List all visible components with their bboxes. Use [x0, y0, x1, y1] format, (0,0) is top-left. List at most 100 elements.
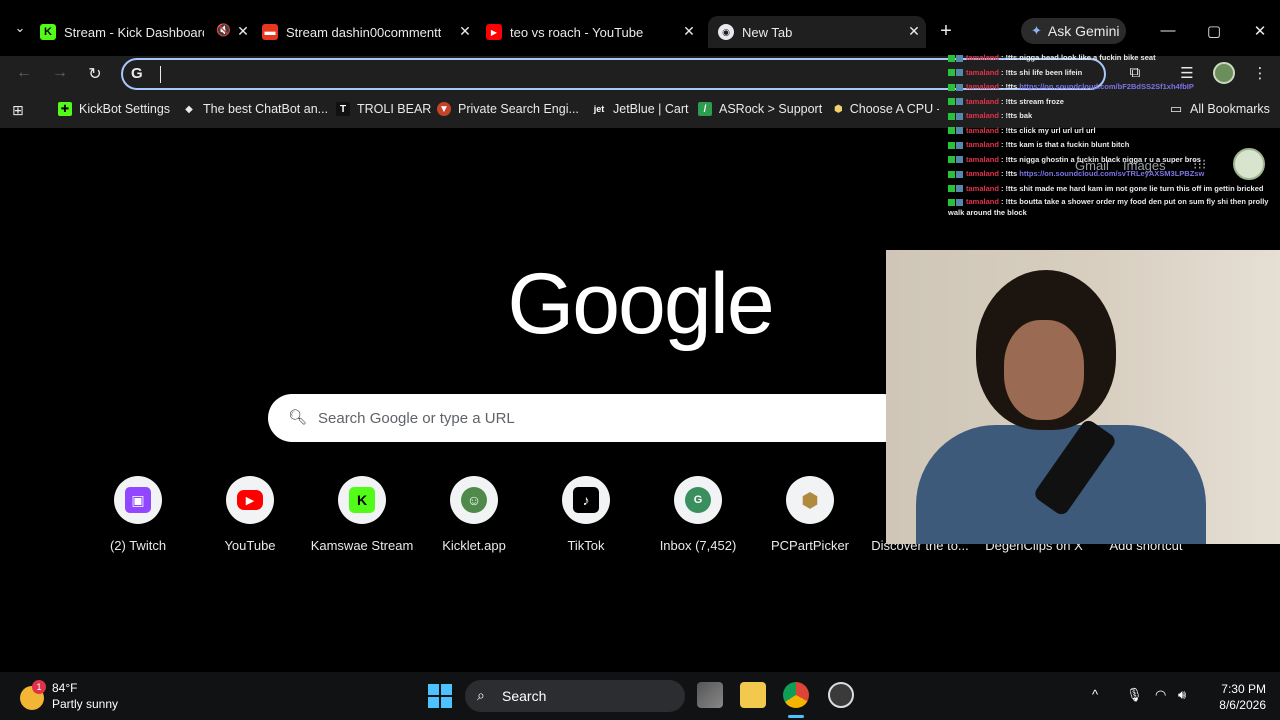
taskbar-search[interactable]: ⌕ Search: [465, 680, 685, 712]
kick-badge-icon: [948, 198, 955, 206]
chat-message: tamaland: !tts click my url url url url: [948, 124, 1278, 139]
shortcut-tiktok[interactable]: ♪ TikTok: [530, 476, 642, 553]
chat-message: tamaland: !tts shi life been lifein: [948, 66, 1278, 81]
ntp-search-box[interactable]: 🔍︎ Search Google or type a URL: [268, 394, 908, 442]
sub-badge-icon: [956, 170, 963, 178]
shortcut-pcpartpicker[interactable]: ⬢ PCPartPicker: [754, 476, 866, 553]
chat-message: tamaland: !tts boutta take a shower orde…: [948, 197, 1269, 217]
kick-badge-icon: [948, 83, 955, 91]
system-clock[interactable]: 7:30 PM 8/6/2026: [1208, 681, 1266, 713]
chat-username: tamaland: [966, 183, 999, 193]
shortcut-label: (2) Twitch: [109, 538, 167, 553]
search-icon: 🔍︎: [288, 409, 308, 426]
tab-strip: ⌄ K Stream - Kick Dashboard 🔇 ✕ ▬ Stream…: [0, 0, 1280, 58]
taskbar-search-label: Search: [502, 688, 547, 704]
chrome-icon[interactable]: [783, 682, 809, 708]
sub-badge-icon: [956, 69, 963, 77]
pcpartpicker-box-icon: ⬢: [801, 489, 819, 512]
sub-badge-icon: [956, 185, 963, 193]
ask-gemini-button[interactable]: ✦ Ask Gemini: [1021, 18, 1126, 44]
tab-youtube[interactable]: ▶ teo vs roach - YouTube ✕: [486, 16, 701, 48]
shortcut-tile: ⬢: [786, 476, 834, 524]
show-hidden-icons-chevron-icon[interactable]: ^: [1092, 687, 1098, 702]
bookmark-chatbot[interactable]: ◆ The best ChatBot an...: [182, 102, 328, 116]
youtube-icon: ▶: [237, 490, 263, 510]
chat-username: tamaland: [966, 154, 999, 164]
chat-message: tamaland: !tts https://on.soundcloud.com…: [948, 80, 1278, 95]
search-icon: ⌕: [477, 687, 485, 703]
chat-text: !tts click my url url url url: [1005, 125, 1096, 135]
bookmark-choose-cpu[interactable]: ⬢ Choose A CPU - PC: [834, 102, 939, 116]
task-view-icon[interactable]: [697, 682, 723, 708]
shortcut-tile: ♪: [562, 476, 610, 524]
bookmark-asrock[interactable]: / ASRock > Support: [698, 102, 822, 116]
active-app-indicator: [788, 715, 804, 718]
bookmark-label: TROLI BEAR: [357, 102, 432, 116]
tab-title: Stream - Kick Dashboard: [64, 24, 204, 40]
close-tab-icon[interactable]: ✕: [457, 23, 473, 40]
bookmark-label: ASRock > Support: [719, 102, 823, 116]
close-tab-icon[interactable]: ✕: [235, 23, 251, 40]
weather-widget[interactable]: 1 84°F Partly sunny: [20, 680, 118, 712]
windows-taskbar: 1 84°F Partly sunny ⌕ Search ^ 🎙︎ ◠ 🔊︎ 7…: [0, 672, 1280, 720]
chat-text: !tts: [1005, 82, 1018, 91]
tab-new-tab[interactable]: ◉ New Tab ✕: [708, 16, 926, 48]
partly-sunny-icon: 1: [20, 680, 46, 710]
shortcut-inbox[interactable]: G Inbox (7,452): [642, 476, 754, 553]
bookmark-label: The best ChatBot an...: [203, 102, 329, 116]
kick-icon: K: [349, 487, 375, 513]
close-tab-icon[interactable]: ✕: [681, 23, 697, 40]
diamond-icon: ◆: [185, 103, 193, 115]
clock-date: 8/6/2026: [1219, 698, 1266, 712]
bookmark-private-search[interactable]: ▼ Private Search Engi...: [437, 102, 579, 116]
speaker-icon[interactable]: 🔊︎: [1178, 687, 1186, 703]
minimize-icon[interactable]: —: [1158, 22, 1178, 39]
shortcut-tile: ☺: [450, 476, 498, 524]
chat-message: tamaland: !tts shit made me hard kam im …: [948, 182, 1278, 197]
shortcut-youtube[interactable]: ▶ YouTube: [194, 476, 306, 553]
bookmark-troli-bear[interactable]: T TROLI BEAR: [336, 102, 431, 116]
shortcut-twitch[interactable]: ▣ (2) Twitch: [82, 476, 194, 553]
sub-badge-icon: [956, 198, 963, 206]
muted-speaker-icon[interactable]: 🔇: [216, 23, 231, 37]
kick-badge-icon: [948, 127, 955, 135]
close-window-icon[interactable]: ✕: [1250, 22, 1270, 40]
inbox-letter-icon: G: [685, 487, 711, 513]
maximize-icon[interactable]: ▢: [1204, 22, 1224, 40]
shortcut-kicklet[interactable]: ☺ Kicklet.app: [418, 476, 530, 553]
bookmark-jetblue[interactable]: jet JetBlue | Cart: [592, 102, 689, 116]
weather-condition: Partly sunny: [52, 697, 119, 711]
chat-link: https://on.soundcloud.com/bF2BdSS2Sf1xh4…: [1019, 82, 1194, 91]
new-tab-plus-icon[interactable]: +: [935, 21, 957, 41]
wifi-icon[interactable]: ◠: [1155, 687, 1166, 703]
shortcut-kamswae-stream[interactable]: K Kamswae Stream: [306, 476, 418, 553]
file-explorer-icon[interactable]: [740, 682, 766, 708]
search-placeholder: Search Google or type a URL: [318, 410, 515, 427]
tab-title: teo vs roach - YouTube: [510, 24, 644, 40]
jetblue-icon: jet: [593, 104, 605, 114]
shortcut-label: Kamswae Stream: [310, 538, 414, 553]
tab-stream-dashboard[interactable]: ▬ Stream dashin00commentt n ✕: [262, 16, 477, 48]
obs-icon[interactable]: [828, 682, 854, 708]
back-arrow-icon[interactable]: ←: [14, 64, 34, 82]
shortcut-tile: G: [674, 476, 722, 524]
windows-start-icon[interactable]: [428, 684, 452, 708]
shortcut-label: Inbox (7,452): [659, 538, 737, 553]
forward-arrow-icon[interactable]: →: [50, 64, 70, 82]
reload-icon[interactable]: ↻: [85, 64, 105, 84]
microphone-icon[interactable]: 🎙︎: [1126, 687, 1143, 703]
kicklet-panda-icon: ☺: [461, 487, 487, 513]
gemini-sparkle-icon: ✦: [1031, 23, 1042, 38]
kick-badge-icon: [948, 69, 955, 77]
bookmark-kickbot[interactable]: ✚ KickBot Settings: [58, 102, 170, 116]
sub-badge-icon: [956, 112, 963, 120]
close-tab-icon[interactable]: ✕: [906, 23, 922, 40]
stream-icon: ▬: [262, 24, 278, 40]
apps-grid-icon[interactable]: ⊞: [12, 102, 24, 119]
weather-temp: 84°F: [52, 681, 78, 695]
sub-badge-icon: [956, 156, 963, 164]
chat-username: tamaland: [966, 125, 999, 135]
kick-badge-icon: [948, 185, 955, 193]
tab-kick-dashboard[interactable]: K Stream - Kick Dashboard 🔇 ✕: [40, 16, 255, 48]
tab-search-chevron-icon[interactable]: ⌄: [10, 20, 30, 42]
